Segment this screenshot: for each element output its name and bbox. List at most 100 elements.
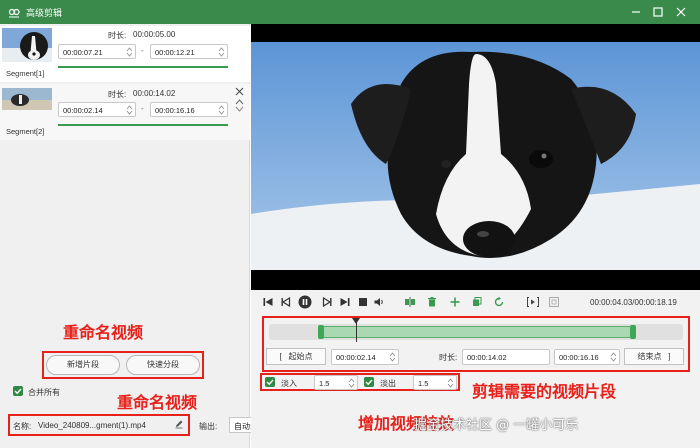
split-button[interactable]	[404, 296, 416, 308]
move-up-button[interactable]	[235, 98, 244, 105]
segment-duration-label: 时长:	[108, 90, 127, 99]
step-back-icon	[281, 296, 291, 308]
jump-to-end-button[interactable]	[339, 296, 351, 308]
fade-out-checkbox[interactable]	[364, 377, 374, 387]
range-separator: -	[141, 46, 144, 55]
step-back-button[interactable]	[280, 296, 292, 308]
check-icon	[14, 388, 22, 395]
crop-button[interactable]	[548, 296, 560, 308]
segment-thumbnail-2	[2, 88, 52, 110]
spinner-icon	[447, 378, 454, 388]
trim-start-input[interactable]: 00:00:02.14	[331, 349, 399, 365]
copy-button[interactable]	[471, 296, 483, 308]
set-start-point-button[interactable]: [ 起始点	[266, 348, 326, 365]
segment-end-input[interactable]: 00:00:16.16	[150, 102, 228, 117]
mark-range-icon	[527, 297, 539, 307]
trim-start-handle[interactable]	[318, 325, 324, 339]
chevron-down-icon	[235, 106, 244, 112]
segment-duration-label: 时长:	[108, 31, 127, 40]
delete-button[interactable]	[426, 296, 438, 308]
playback-time: 00:00:04.03/00:00:18.19	[590, 298, 677, 307]
close-icon	[235, 87, 244, 96]
volume-icon	[374, 298, 383, 306]
trim-duration-input[interactable]: 00:00:14.02	[462, 349, 550, 365]
video-preview[interactable]	[251, 24, 700, 290]
timeline-selection[interactable]	[321, 326, 633, 338]
fade-in-checkbox[interactable]	[265, 377, 275, 387]
copy-icon	[473, 297, 482, 306]
minimize-button[interactable]	[629, 5, 643, 19]
spinner-icon	[610, 352, 617, 362]
spinner-icon	[126, 105, 133, 115]
maximize-button[interactable]	[651, 5, 665, 19]
close-icon	[676, 7, 686, 17]
output-label: 输出:	[199, 422, 218, 431]
range-separator: -	[141, 104, 144, 113]
merge-all-label: 合并所有	[28, 388, 60, 397]
chevron-up-icon	[235, 99, 244, 105]
plus-icon	[450, 297, 460, 307]
maximize-icon	[653, 7, 663, 17]
stop-icon	[359, 298, 367, 306]
spinner-icon	[348, 378, 355, 388]
segment-end-input[interactable]: 00:00:12.21	[150, 44, 228, 59]
pause-icon	[298, 295, 312, 309]
fade-in-input[interactable]: 1.5	[314, 375, 358, 390]
skip-start-icon	[263, 298, 273, 306]
segment-start-input[interactable]: 00:00:07.21	[58, 44, 136, 59]
fade-out-label: 淡出	[380, 379, 396, 388]
name-label: 名称:	[13, 422, 32, 431]
stop-button[interactable]	[357, 296, 369, 308]
app-logo-icon	[8, 6, 20, 18]
current-time: 00:00:04.03	[590, 298, 633, 307]
add-button[interactable]	[449, 296, 461, 308]
quick-split-button[interactable]: 快速分段	[126, 355, 200, 375]
trash-icon	[428, 297, 436, 307]
add-segment-button[interactable]: 新增片段	[46, 355, 120, 375]
jump-to-start-button[interactable]	[262, 296, 274, 308]
total-time: 00:00:18.19	[634, 298, 677, 307]
segment-label: Segment[2]	[6, 127, 45, 136]
edit-name-button[interactable]	[174, 419, 184, 429]
step-forward-icon	[322, 296, 332, 308]
volume-button[interactable]	[373, 296, 385, 308]
trim-end-handle[interactable]	[630, 325, 636, 339]
reset-button[interactable]	[493, 296, 505, 308]
check-icon	[266, 379, 274, 386]
pause-button[interactable]	[298, 295, 312, 309]
refresh-icon	[494, 296, 504, 307]
spinner-icon	[218, 47, 225, 57]
annotation-clip-segments: 剪辑需要的视频片段	[472, 382, 617, 401]
split-icon	[405, 297, 415, 307]
title-bar	[0, 0, 700, 24]
segment-duration: 00:00:14.02	[133, 89, 176, 98]
fade-out-input[interactable]: 1.5	[413, 375, 457, 390]
watermark-text: 掘金技术社区 @ 一罐小可乐	[414, 418, 579, 433]
set-end-point-button[interactable]: 结束点 ]	[624, 348, 684, 365]
segment-range-bar	[58, 124, 228, 126]
segment-duration: 00:00:05.00	[133, 30, 176, 39]
merge-all-checkbox[interactable]	[13, 386, 23, 396]
close-button[interactable]	[674, 5, 688, 19]
trim-duration-label: 时长:	[439, 353, 458, 362]
move-down-button[interactable]	[235, 106, 244, 113]
step-forward-button[interactable]	[321, 296, 333, 308]
spinner-icon	[389, 352, 396, 362]
mark-in-out-button[interactable]	[526, 296, 540, 308]
crop-icon	[549, 297, 559, 307]
spinner-icon	[218, 105, 225, 115]
playhead-marker-icon[interactable]	[352, 318, 360, 324]
name-input[interactable]: Video_240809...gment(1).mp4	[38, 418, 186, 432]
minimize-icon	[632, 11, 640, 13]
segment-label: Segment[1]	[6, 69, 45, 78]
skip-end-icon	[340, 298, 350, 306]
annotation-rename-top: 重命名视频	[63, 323, 144, 342]
remove-segment-button[interactable]	[235, 87, 244, 96]
segment-start-input[interactable]: 00:00:02.14	[58, 102, 136, 117]
window-title: 高级剪辑	[26, 8, 63, 18]
check-icon	[365, 379, 373, 386]
trim-end-input[interactable]: 00:00:16.16	[554, 349, 620, 365]
puppy-video-frame	[251, 24, 700, 290]
segment-thumbnail-1	[2, 28, 52, 62]
fade-in-label: 淡入	[281, 379, 297, 388]
